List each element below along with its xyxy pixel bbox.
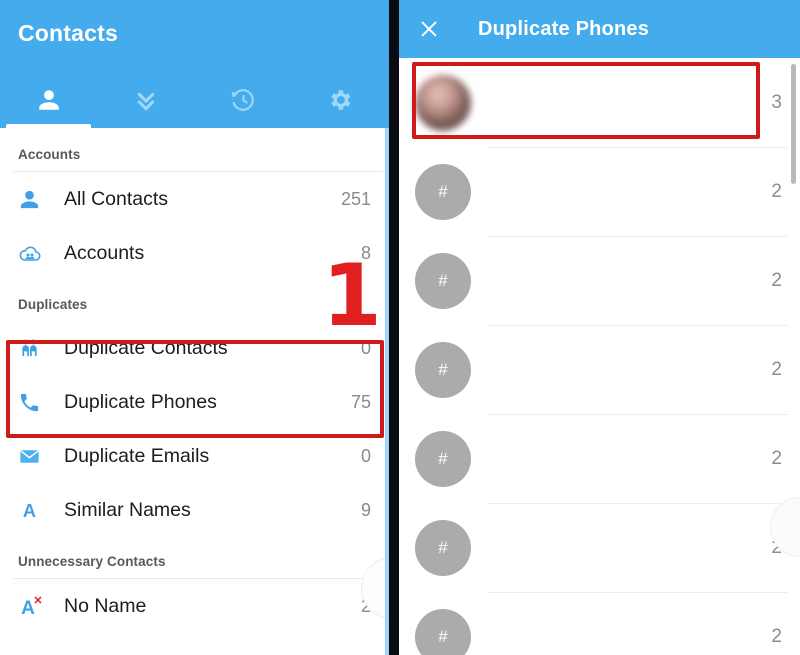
hash-icon: # [438,537,448,557]
close-icon[interactable] [416,16,442,42]
avatar: # [415,341,471,398]
avatar: # [415,163,471,220]
letter-a-x-icon: A ✕ [18,594,52,618]
hash-icon: # [438,181,448,201]
list-item-duplicate-phones[interactable]: Duplicate Phones 75 [0,375,389,429]
tab-contacts[interactable] [0,72,97,128]
list-item-count: 0 [360,445,371,466]
duplicate-count: 2 [771,447,782,469]
list-item-label: Duplicate Contacts [64,336,228,359]
list-item-no-name[interactable]: A✕ No Name 2 [0,579,389,633]
list-item-label: Duplicate Emails [64,444,210,467]
list-item-label: All Contacts [64,187,169,210]
duplicate-count: 2 [771,625,782,647]
screenshot-root: Contacts Accounts All Contacts 251 Accou… [0,0,800,655]
page-title: Contacts [18,20,119,46]
hash-icon: # [438,626,448,646]
table-row[interactable]: # 2 [399,147,800,236]
duplicate-phones-list: 3 # 2 # 2 # 2 # 2 # # 2 [399,58,800,655]
person-icon [18,188,52,211]
left-scrollbar[interactable] [385,128,389,655]
list-item-count: 9 [360,499,371,520]
duplicate-phones-app-bar: Duplicate Phones [399,0,800,58]
table-row[interactable]: # 2 [399,503,800,592]
svg-text:A: A [23,501,36,521]
list-item-count: 75 [350,391,371,412]
hash-icon: # [438,270,448,290]
gear-icon [327,87,353,113]
hash-icon: # [438,359,448,379]
list-item-label: No Name [64,594,147,617]
duplicate-count: 3 [771,91,782,113]
phone-icon [18,391,52,414]
avatar: # [415,252,471,309]
contacts-category-list: Accounts All Contacts 251 Accounts 8 Dup… [0,128,389,655]
two-people-icon [18,337,52,360]
svg-text:✕: ✕ [33,595,42,607]
list-item-label: Duplicate Phones [64,390,217,413]
table-row[interactable]: # 2 [399,236,800,325]
tab-merge[interactable] [97,72,194,128]
avatar: # [415,608,471,655]
avatar: # [415,430,471,487]
right-scrollbar[interactable] [791,64,796,184]
double-chevron-down-icon [133,87,159,113]
list-item-all-contacts[interactable]: All Contacts 251 [0,172,389,226]
duplicate-count: 2 [771,269,782,291]
table-row[interactable]: # 2 [399,592,800,655]
history-clock-icon [230,87,256,113]
right-phone-screen: Duplicate Phones 3 # 2 # 2 # 2 # 2 # # 2 [399,0,800,655]
duplicate-count: 2 [771,180,782,202]
duplicate-count: 2 [771,358,782,380]
list-item-duplicate-emails[interactable]: Duplicate Emails 0 [0,429,389,483]
list-item-count: 251 [340,188,371,209]
table-row[interactable]: 3 [399,58,800,147]
person-icon [36,87,62,113]
list-item-label: Accounts [64,241,145,264]
letter-a-icon: A [18,499,52,522]
list-item-label: Similar Names [64,498,191,521]
left-phone-screen: Contacts Accounts All Contacts 251 Accou… [0,0,389,655]
table-row[interactable]: # 2 [399,325,800,414]
table-row[interactable]: # 2 [399,414,800,503]
cloud-accounts-icon [18,241,52,265]
tab-history[interactable] [195,72,292,128]
panel-divider [389,0,399,655]
hash-icon: # [438,448,448,468]
avatar: # [415,519,471,576]
avatar [415,74,471,131]
section-header-unnecessary-contacts: Unnecessary Contacts [18,554,166,569]
page-title: Duplicate Phones [478,17,650,40]
section-header-accounts: Accounts [18,147,81,162]
list-item-similar-names[interactable]: A Similar Names 9 [0,483,389,537]
contacts-app-bar: Contacts [0,0,389,128]
envelope-icon [18,445,52,468]
annotation-step-1: 1 [322,246,382,346]
tab-bar [0,72,389,128]
tab-settings[interactable] [292,72,389,128]
